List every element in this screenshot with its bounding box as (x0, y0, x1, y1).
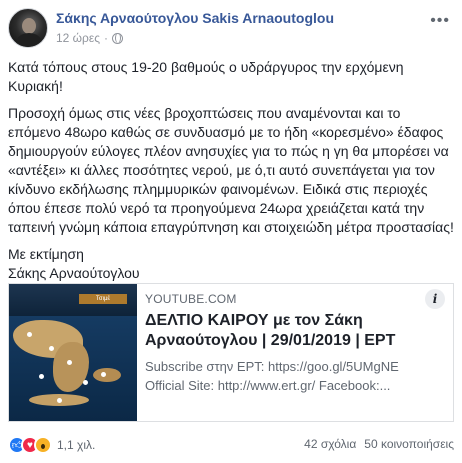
video-thumbnail[interactable]: Τσιμέ (9, 284, 137, 421)
thumbnail-land (93, 368, 121, 382)
reactions-summary[interactable]: 👍︎ ♥ 1,1 χιλ. (8, 436, 95, 454)
shares-count[interactable]: 50 κοινοποιήσεις (364, 437, 454, 451)
post-text: Κατά τόπους στους 19-20 βαθμούς ο υδράργ… (8, 58, 456, 283)
link-title[interactable]: ΔΕΛΤΙΟ ΚΑΙΡΟΥ με τον Σάκη Αρναούτογλου |… (145, 311, 447, 351)
signoff-line-1: Με εκτίμηση (8, 246, 84, 262)
thumbnail-banner: Τσιμέ (79, 294, 127, 304)
avatar-body (16, 33, 42, 47)
weather-marker (101, 372, 106, 377)
weather-marker (39, 374, 44, 379)
author-name[interactable]: Σάκης Αρναούτογλου Sakis Arnaoutoglou (56, 10, 334, 26)
post-footer: 👍︎ ♥ 1,1 χιλ. 42 σχόλια 50 κοινοποιήσεις (8, 436, 454, 456)
link-domain: YOUTUBE.COM (145, 292, 237, 306)
weather-marker (67, 360, 72, 365)
link-description-line-2: Official Site: http://www.ert.gr/ Facebo… (145, 378, 391, 393)
link-preview-card[interactable]: Τσιμέ YOUTUBE.COM ΔΕΛΤΙΟ ΚΑΙΡΟΥ με τον Σ… (8, 283, 454, 422)
reaction-count[interactable]: 1,1 χιλ. (57, 438, 95, 452)
avatar-face (22, 18, 36, 34)
weather-marker (49, 346, 54, 351)
post-stats: 42 σχόλια 50 κοινοποιήσεις (304, 437, 454, 451)
comments-count[interactable]: 42 σχόλια (304, 437, 356, 451)
globe-icon[interactable] (112, 32, 124, 44)
avatar[interactable] (8, 8, 48, 48)
post-header: Σάκης Αρναούτογλου Sakis Arnaoutoglou 12… (8, 6, 454, 48)
post-paragraph-1: Κατά τόπους στους 19-20 βαθμούς ο υδράργ… (8, 59, 404, 94)
post-meta: 12 ώρες · (56, 31, 124, 45)
post-paragraph-2: Προσοχή όμως στις νέες βροχοπτώσεις που … (8, 105, 454, 235)
weather-marker (27, 332, 32, 337)
link-description-line-1: Subscribe στην ΕΡΤ: https://goo.gl/5UMgN… (145, 359, 399, 374)
more-dots-icon[interactable]: ••• (430, 12, 450, 30)
wow-reaction-icon (34, 436, 52, 454)
facebook-post: Σάκης Αρναούτογλου Sakis Arnaoutoglou 12… (0, 0, 462, 463)
signoff-line-2: Σάκης Αρναούτογλου (8, 265, 140, 281)
meta-separator: · (104, 31, 109, 45)
link-body[interactable]: YOUTUBE.COM ΔΕΛΤΙΟ ΚΑΙΡΟΥ με τον Σάκη Αρ… (145, 292, 447, 395)
post-time[interactable]: 12 ώρες (56, 31, 100, 45)
weather-marker (83, 380, 88, 385)
weather-marker (57, 398, 62, 403)
info-icon[interactable]: i (425, 289, 445, 309)
